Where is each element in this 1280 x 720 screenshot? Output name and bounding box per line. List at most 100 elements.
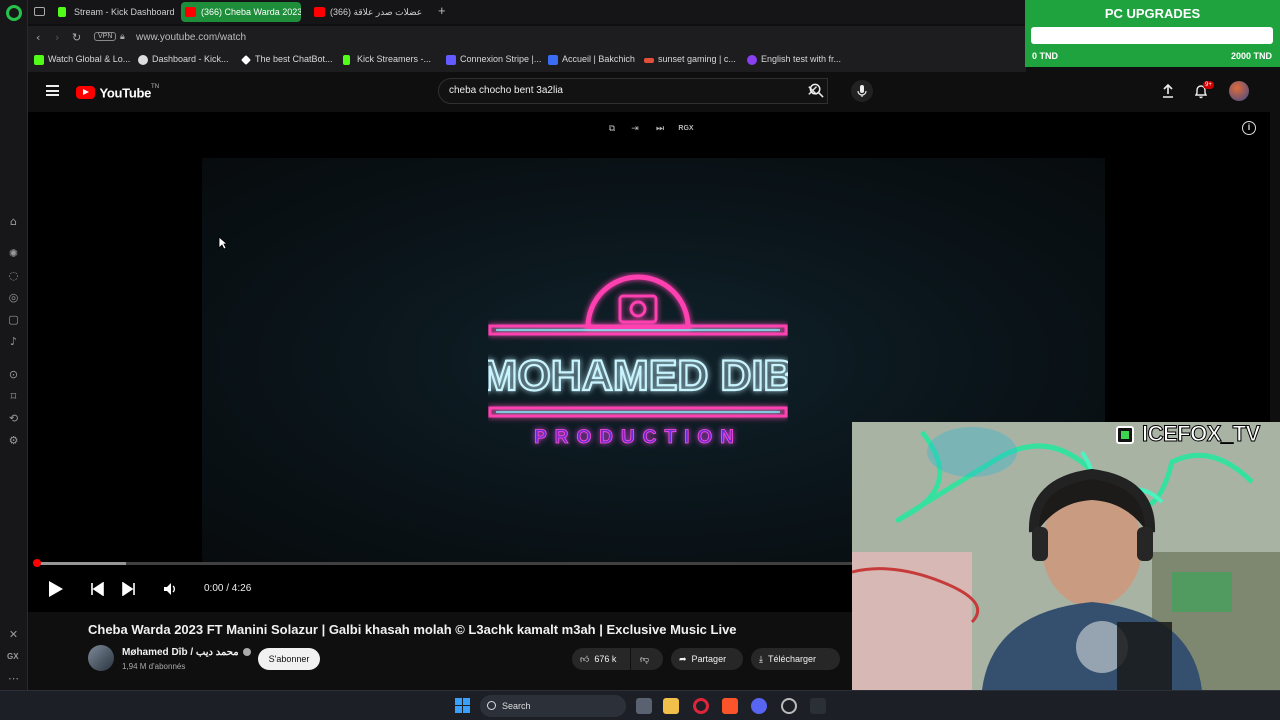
windows-start-icon[interactable]: [455, 698, 470, 713]
thumbs-up-icon: 👍︎: [580, 655, 590, 665]
tab-label: (366) Cheba Warda 2023: [201, 7, 301, 17]
lucid-mode-icon[interactable]: ⇥: [628, 122, 642, 136]
bookmark-item[interactable]: Dashboard - Kick...: [138, 54, 229, 65]
stripe-icon: [446, 55, 456, 65]
tiktok-icon[interactable]: ♪: [7, 335, 20, 348]
bookmark-item[interactable]: Connexion Stripe |...: [446, 54, 541, 65]
new-tab-button[interactable]: +: [438, 3, 446, 18]
brave-icon[interactable]: [722, 698, 738, 714]
youtube-icon: [185, 7, 196, 17]
play-icon[interactable]: [46, 580, 64, 598]
video-title: Cheba Warda 2023 FT Manini Solazur | Gal…: [88, 622, 737, 637]
vpn-badge[interactable]: VPN: [94, 32, 117, 41]
settings-gear-icon[interactable]: ⚙: [7, 434, 20, 447]
opera-logo-icon[interactable]: [6, 5, 22, 21]
voice-search-button[interactable]: [851, 80, 873, 102]
bakchich-icon: [548, 55, 558, 65]
video-progress-bar[interactable]: [33, 559, 854, 567]
subscribe-button[interactable]: S'abonner: [258, 648, 320, 670]
more-icon[interactable]: ⋯: [7, 672, 20, 685]
back-button[interactable]: ‹: [36, 31, 40, 44]
messenger-icon[interactable]: ◌: [7, 269, 20, 282]
workspace-icon[interactable]: [34, 7, 45, 16]
webcam-overlay: [852, 422, 1280, 690]
bookmarks-icon[interactable]: ⌑: [7, 390, 20, 403]
kick-logo-icon: [1116, 426, 1134, 444]
info-icon[interactable]: i: [1242, 121, 1256, 135]
bookmark-label: Kick Streamers -...: [357, 54, 432, 64]
player-icon[interactable]: ⊙: [7, 368, 20, 381]
mohamed-dib-production-logo: MOHAMED DIB PRODUCTION: [488, 274, 788, 448]
bookmark-item[interactable]: Accueil | Bakchich: [548, 54, 635, 65]
goal-max-label: 2000 TND: [1230, 51, 1272, 61]
subscriber-count: 1,94 M d'abonnés: [122, 662, 186, 671]
rgx-button[interactable]: RGX: [674, 122, 698, 136]
aria-icon[interactable]: ⌂: [7, 215, 20, 228]
bookmark-item[interactable]: Watch Global & Lo...: [34, 54, 130, 65]
bookmark-item[interactable]: Kick Streamers -...: [343, 54, 432, 65]
chatgpt-icon[interactable]: ✺: [7, 247, 20, 260]
search-query: cheba chocho bent 3a2lia: [449, 85, 563, 96]
share-label: Partager: [691, 654, 727, 664]
taskbar-search[interactable]: Search: [480, 695, 626, 717]
download-button[interactable]: ⤓ Télécharger: [751, 648, 840, 670]
address-bar: ‹ › ↻ VPN 🔒︎ www.youtube.com/watch: [28, 26, 1026, 50]
gx-icon[interactable]: GX: [7, 652, 19, 661]
reload-button[interactable]: ↻: [72, 31, 81, 44]
dislike-button[interactable]: 👎︎: [631, 648, 663, 670]
video-logo-line1: MOHAMED DIB: [488, 352, 788, 400]
popout-icon[interactable]: ⧉: [605, 122, 619, 136]
microphone-icon: [857, 85, 867, 97]
tab-youtube-second[interactable]: (366) عضلات صدر علاقة: [310, 2, 435, 22]
share-button[interactable]: ➦ Partager: [671, 648, 743, 670]
whatsapp-icon[interactable]: ◎: [7, 291, 20, 304]
instagram-icon[interactable]: ▢: [7, 313, 20, 326]
url-field[interactable]: www.youtube.com/watch: [136, 32, 246, 43]
channel-avatar[interactable]: [88, 645, 114, 671]
menu-icon[interactable]: [46, 85, 59, 96]
task-view-icon[interactable]: [636, 698, 652, 714]
video-logo-line2: PRODUCTION: [534, 427, 742, 448]
youtube-logo[interactable]: YouTubeTN: [76, 84, 159, 102]
like-button[interactable]: 👍︎ 676 k: [572, 648, 630, 670]
upload-icon[interactable]: [1159, 82, 1177, 100]
forward-button[interactable]: ›: [55, 31, 59, 44]
opera-gx-taskbar-icon[interactable]: [693, 698, 709, 714]
bookmark-label: Dashboard - Kick...: [152, 54, 229, 64]
discord-icon[interactable]: [751, 698, 767, 714]
file-explorer-icon[interactable]: [663, 698, 679, 714]
youtube-icon: [314, 7, 325, 17]
notification-badge: 9+: [1203, 81, 1214, 89]
bookmark-item[interactable]: English test with fr...: [747, 54, 841, 65]
channel-name[interactable]: Møhamed Dîb / محمد ديب: [122, 647, 251, 658]
history-icon[interactable]: ⟲: [7, 412, 20, 425]
next-icon[interactable]: [122, 582, 136, 596]
time-display: 0:00 / 4:26: [204, 583, 252, 594]
search-input[interactable]: cheba chocho bent 3a2lia ✕: [438, 78, 828, 104]
lock-icon[interactable]: 🔒︎: [120, 32, 125, 42]
scrubber-handle[interactable]: [33, 559, 41, 567]
account-avatar[interactable]: [1229, 81, 1249, 101]
skip-icon[interactable]: ⏭: [653, 122, 667, 136]
share-icon: ➦: [679, 655, 687, 665]
thumbs-down-icon: 👎︎: [640, 655, 650, 665]
bookmarks-bar: Watch Global & Lo... Dashboard - Kick...…: [28, 50, 1026, 72]
obs-icon[interactable]: [781, 698, 797, 714]
like-count: 676 k: [594, 654, 617, 664]
taskbar-search-label: Search: [502, 701, 531, 711]
streamer-name: ICEFOX_TV: [1142, 421, 1261, 447]
channel-name-text: Møhamed Dîb / محمد ديب: [122, 647, 239, 658]
pin-icon[interactable]: ✕: [7, 628, 20, 641]
previous-icon[interactable]: [90, 582, 104, 596]
bookmark-item[interactable]: sunset gaming | c...: [644, 54, 736, 64]
search-icon: [487, 701, 496, 710]
bookmark-item[interactable]: The best ChatBot...: [241, 54, 333, 65]
tab-strip: Stream - Kick Dashboard (366) Cheba Ward…: [28, 0, 1026, 24]
volume-icon[interactable]: [163, 582, 177, 596]
tab-youtube-active[interactable]: (366) Cheba Warda 2023: [181, 2, 301, 22]
tab-kick-dashboard[interactable]: Stream - Kick Dashboard: [54, 2, 176, 22]
search-icon[interactable]: [809, 83, 824, 98]
terminal-icon[interactable]: [810, 698, 826, 714]
sunset-icon: [644, 58, 654, 63]
english-test-icon: [747, 55, 757, 65]
